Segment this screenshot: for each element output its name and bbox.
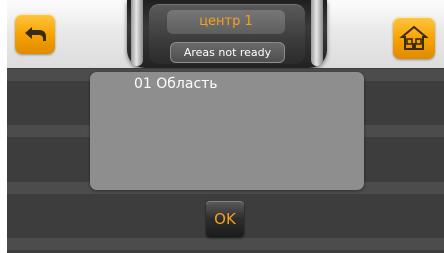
back-arrow-icon <box>25 27 46 41</box>
back-button[interactable] <box>15 14 55 54</box>
area-list: 01 Область <box>90 72 364 190</box>
page-title: центр 1 <box>167 10 285 34</box>
screen: центр 1 Areas not ready 01 Область OK <box>0 0 444 253</box>
area-item-01[interactable]: 01 Область <box>134 76 218 92</box>
home-button[interactable] <box>393 17 435 59</box>
header-capsule: центр 1 Areas not ready <box>127 0 327 68</box>
status-badge: Areas not ready <box>170 42 285 63</box>
home-icon <box>399 25 429 50</box>
ok-button[interactable]: OK <box>206 201 244 237</box>
